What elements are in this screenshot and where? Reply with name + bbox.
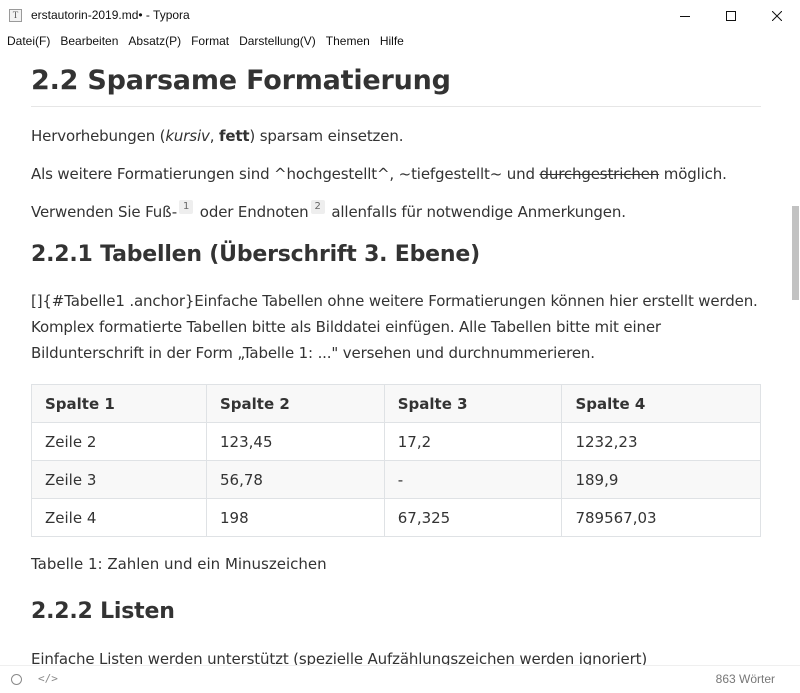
table-header-cell[interactable]: Spalte 3 xyxy=(383,384,563,423)
menu-darstellung[interactable]: Darstellung(V) xyxy=(234,31,321,51)
footnote-ref-2[interactable]: 2 xyxy=(310,200,325,214)
paragraph-hervorhebungen[interactable]: Hervorhebungen (kursiv, fett) sparsam ei… xyxy=(31,123,403,149)
table-cell[interactable]: 17,2 xyxy=(383,422,563,461)
p1-text-before: Hervorhebungen ( xyxy=(31,127,166,145)
p1-bold: fett xyxy=(218,127,250,145)
table-cell[interactable]: 189,9 xyxy=(561,460,761,499)
scrollbar-thumb[interactable] xyxy=(792,206,799,300)
p2-strikethrough: durchgestrichen xyxy=(539,165,660,183)
vertical-scrollbar[interactable] xyxy=(791,51,800,665)
typora-app-icon: T xyxy=(9,9,22,22)
p2-text-before: Als weitere Formatierungen sind ^hochges… xyxy=(31,165,540,183)
minimize-icon xyxy=(680,15,690,17)
menu-themen[interactable]: Themen xyxy=(321,31,375,51)
p1-italic: kursiv xyxy=(165,127,210,145)
p1-text-after: ) sparsam einsetzen. xyxy=(249,127,404,145)
table-cell[interactable]: - xyxy=(383,460,563,499)
maximize-icon xyxy=(726,10,736,21)
editor-area[interactable]: 2.2 Sparsame Formatierung Hervorhebungen… xyxy=(0,51,791,665)
table-cell[interactable]: 67,325 xyxy=(383,498,563,537)
footnote-ref-1[interactable]: 1 xyxy=(178,200,194,214)
paragraph-formatierungen[interactable]: Als weitere Formatierungen sind ^hochges… xyxy=(31,161,727,187)
table-cell[interactable]: 56,78 xyxy=(206,460,385,499)
table-header-cell[interactable]: Spalte 2 xyxy=(206,384,385,423)
table-cell[interactable]: 123,45 xyxy=(206,422,385,461)
table-cell[interactable]: Zeile 2 xyxy=(31,422,207,461)
menu-datei[interactable]: Datei(F) xyxy=(2,31,55,51)
table-header-row: Spalte 1 Spalte 2 Spalte 3 Spalte 4 xyxy=(31,384,761,423)
menu-bearbeiten[interactable]: Bearbeiten xyxy=(55,31,123,51)
table-row: Zeile 2 123,45 17,2 1232,23 xyxy=(31,422,761,461)
source-code-mode-icon[interactable]: </> xyxy=(38,672,58,685)
table-cell[interactable]: Zeile 3 xyxy=(31,460,207,499)
table-cell[interactable]: 198 xyxy=(206,498,385,537)
table-row: Zeile 4 198 67,325 789567,03 xyxy=(31,498,761,537)
table-caption[interactable]: Tabelle 1: Zahlen und ein Minuszeichen xyxy=(31,555,327,573)
table-cell[interactable]: 789567,03 xyxy=(561,498,761,537)
p2-text-after: möglich. xyxy=(659,165,727,183)
heading-2-sparsame-formatierung[interactable]: 2.2 Sparsame Formatierung xyxy=(31,65,761,107)
table-cell[interactable]: 1232,23 xyxy=(561,422,761,461)
table-row: Zeile 3 56,78 - 189,9 xyxy=(31,460,761,499)
menu-hilfe[interactable]: Hilfe xyxy=(375,31,409,51)
word-count[interactable]: 863 Wörter xyxy=(716,672,775,686)
paragraph-tabellen-info[interactable]: []{#Tabelle1 .anchor}Einfache Tabellen o… xyxy=(31,288,761,366)
maximize-button[interactable] xyxy=(708,0,754,31)
menu-format[interactable]: Format xyxy=(186,31,234,51)
menu-absatz[interactable]: Absatz(P) xyxy=(123,31,186,51)
p1-comma: , xyxy=(209,127,219,145)
heading-3-listen[interactable]: 2.2.2 Listen xyxy=(31,599,175,624)
p3-text-before: Verwenden Sie Fuß- xyxy=(31,203,177,221)
minimize-button[interactable] xyxy=(662,0,708,31)
status-bar: </> 863 Wörter xyxy=(0,665,800,693)
title-bar: T erstautorin-2019.md• - Typora xyxy=(0,0,800,31)
table-cell[interactable]: Zeile 4 xyxy=(31,498,207,537)
close-button[interactable] xyxy=(754,0,800,31)
menu-bar: Datei(F) Bearbeiten Absatz(P) Format Dar… xyxy=(0,31,800,51)
window-title: erstautorin-2019.md• - Typora xyxy=(31,8,190,22)
outline-toggle-icon[interactable] xyxy=(11,674,22,685)
table-header-cell[interactable]: Spalte 1 xyxy=(31,384,207,423)
paragraph-fussnoten[interactable]: Verwenden Sie Fuß- 1 oder Endnoten 2 allen… xyxy=(31,199,626,225)
data-table[interactable]: Spalte 1 Spalte 2 Spalte 3 Spalte 4 Zeil… xyxy=(31,384,761,537)
heading-3-tabellen[interactable]: 2.2.1 Tabellen (Überschrift 3. Ebene) xyxy=(31,242,480,267)
close-icon xyxy=(772,10,782,21)
p3-text-middle: oder Endnoten xyxy=(195,203,309,221)
table-header-cell[interactable]: Spalte 4 xyxy=(561,384,761,423)
p3-text-after: allenfalls für notwendige Anmerkungen. xyxy=(326,203,626,221)
paragraph-listen[interactable]: Einfache Listen werden unterstützt (spez… xyxy=(31,646,647,665)
